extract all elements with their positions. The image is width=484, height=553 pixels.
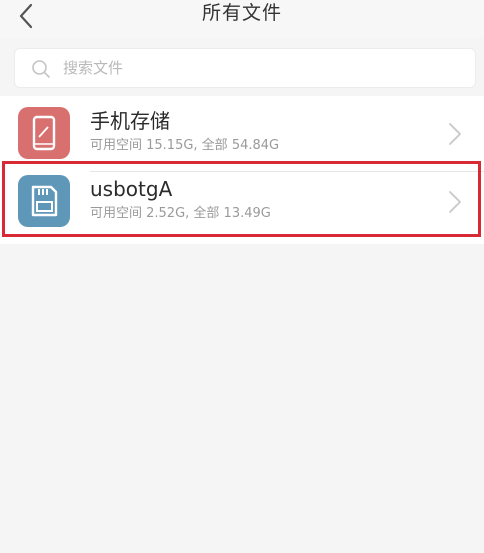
search-icon [32, 60, 50, 78]
file-manager-screen: 所有文件 搜索文件 手机存储 可用空间 15.15G, 全部 54.84G us… [0, 0, 484, 553]
storage-list: 手机存储 可用空间 15.15G, 全部 54.84G usbotgA 可用空间… [0, 96, 484, 244]
sd-card-icon [31, 185, 58, 217]
storage-detail: 可用空间 2.52G, 全部 13.49G [90, 206, 271, 221]
chevron-right-icon [449, 123, 461, 145]
search-area: 搜索文件 [0, 38, 484, 96]
search-input[interactable]: 搜索文件 [14, 48, 476, 88]
page-title: 所有文件 [201, 2, 282, 24]
storage-item-usbotga[interactable]: usbotgA 可用空间 2.52G, 全部 13.49G [0, 168, 484, 238]
storage-detail: 可用空间 15.15G, 全部 54.84G [90, 138, 280, 153]
usb-storage-icon [18, 175, 70, 227]
empty-area [0, 244, 484, 553]
search-placeholder: 搜索文件 [63, 59, 124, 77]
chevron-right-icon [449, 191, 461, 213]
phone-storage-icon [18, 107, 70, 159]
storage-item-phone[interactable]: 手机存储 可用空间 15.15G, 全部 54.84G [0, 100, 484, 172]
storage-name: usbotgA [90, 177, 173, 201]
storage-name: 手机存储 [90, 109, 170, 133]
top-bar: 所有文件 [0, 0, 484, 38]
phone-icon [32, 115, 56, 151]
